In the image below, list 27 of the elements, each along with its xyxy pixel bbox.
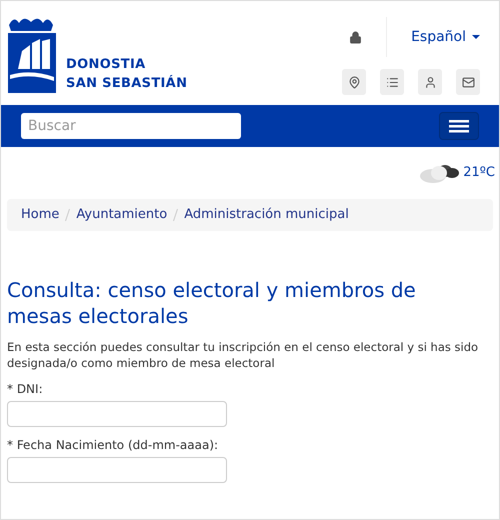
text-field[interactable] (7, 457, 227, 483)
mail-icon (462, 76, 474, 88)
language-dropdown[interactable]: Español (411, 26, 480, 48)
map-pin-button[interactable] (342, 69, 366, 95)
search-field[interactable]: Buscar (21, 113, 241, 139)
city-name: DONOSTIA (66, 56, 147, 74)
field-label: * DNI: (7, 381, 44, 397)
temperature: 21ºC (463, 164, 495, 182)
mail-button[interactable] (456, 69, 480, 95)
separator-icon (65, 209, 70, 221)
breadcrumb-link[interactable]: Ayuntamiento (76, 205, 168, 225)
list-button[interactable] (380, 69, 404, 95)
intro-text: En esta sección puedes consultar tu inscripción en el censo electoral y si has sido designada/o como miembro de mesa electoral (7, 339, 480, 371)
separator-icon (173, 209, 178, 221)
field-label: * Fecha Nacimiento (dd-mm-aaaa): (7, 437, 220, 453)
user-button[interactable] (418, 69, 442, 95)
map-pin-icon (348, 76, 360, 88)
lock-icon[interactable] (349, 30, 362, 44)
menu-icon (449, 120, 469, 132)
breadcrumb-link[interactable]: Home (21, 205, 60, 225)
page-title: Consulta: censo electoral y miembros de mesas electorales (7, 277, 417, 329)
text-field[interactable] (7, 401, 227, 427)
city-name: SAN SEBASTIÁN (66, 74, 188, 93)
menu-button[interactable] (439, 112, 479, 140)
list-icon (386, 76, 398, 88)
breadcrumb-link[interactable]: Administración municipal (184, 205, 349, 225)
user-icon (424, 76, 436, 88)
